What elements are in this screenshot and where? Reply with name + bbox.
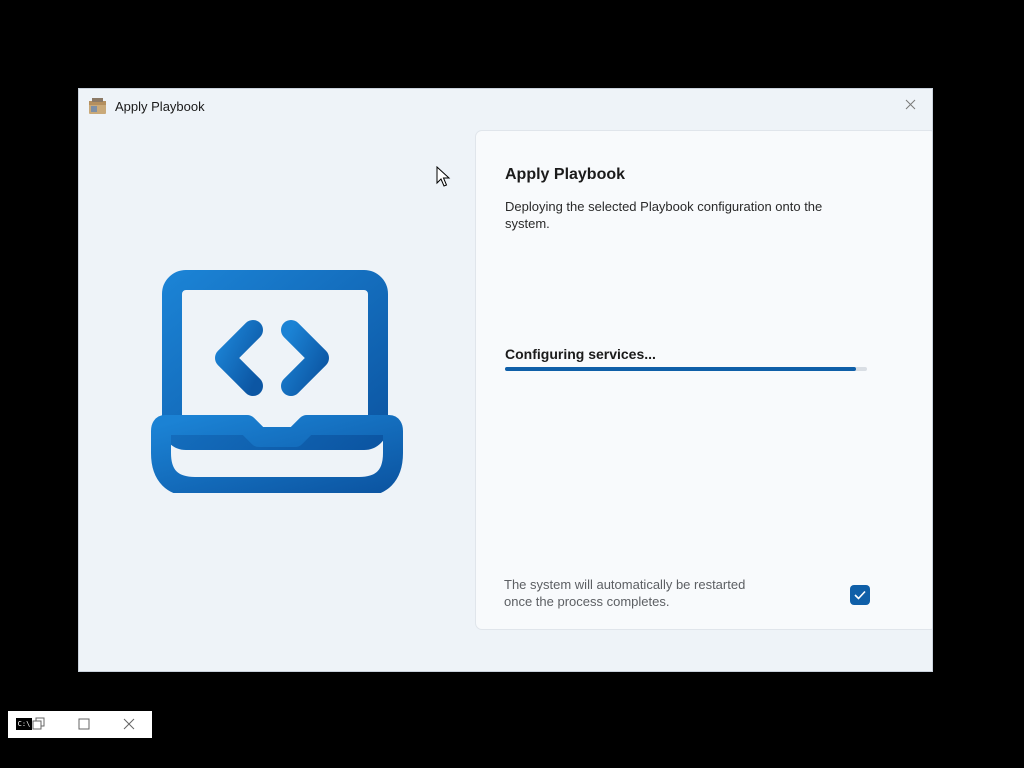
progress-fill — [505, 367, 857, 371]
playbook-box-icon — [89, 98, 106, 114]
console-icon[interactable]: C:\ — [16, 718, 32, 730]
close-icon[interactable] — [122, 717, 136, 731]
status-text: Configuring services... — [505, 346, 656, 362]
restart-checkbox[interactable] — [850, 585, 870, 605]
restore-icon[interactable] — [32, 717, 46, 731]
panel-title: Apply Playbook — [505, 166, 626, 183]
checkmark-icon — [854, 590, 866, 600]
progress-panel: Apply Playbook Deploying the selected Pl… — [475, 130, 932, 630]
progress-bar — [505, 367, 867, 371]
close-button[interactable] — [888, 89, 932, 119]
panel-description: Deploying the selected Playbook configur… — [505, 199, 823, 231]
maximize-icon[interactable] — [77, 717, 91, 731]
apply-playbook-window: Apply Playbook Apply Playbook Deploying … — [78, 88, 933, 672]
title-bar[interactable]: Apply Playbook — [79, 89, 932, 123]
laptop-code-icon — [151, 270, 403, 493]
window-title: Apply Playbook — [115, 99, 205, 114]
minimized-console-bar[interactable]: C:\ — [8, 711, 152, 738]
mouse-cursor-icon — [436, 166, 451, 187]
restart-note: The system will automatically be restart… — [504, 577, 746, 609]
close-icon — [905, 99, 915, 109]
